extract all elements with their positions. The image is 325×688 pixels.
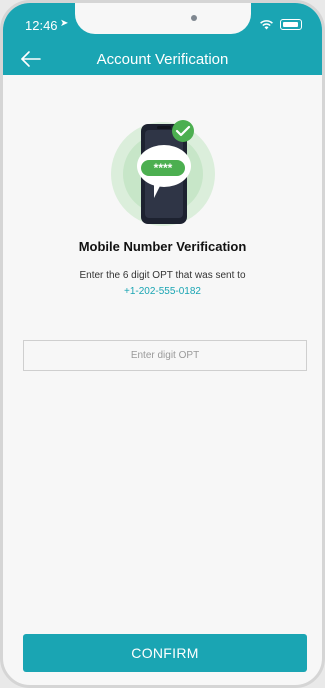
status-icons xyxy=(259,19,302,30)
instruction-text: Enter the 6 digit OPT that was sent to xyxy=(79,270,246,281)
confirm-button[interactable]: CONFIRM xyxy=(23,634,307,672)
wifi-icon xyxy=(260,20,273,30)
verification-heading: Mobile Number Verification xyxy=(78,239,247,254)
location-arrow-icon: ➤ xyxy=(60,18,69,29)
app-header: 12:46 ➤ Account Verification xyxy=(3,3,322,75)
otp-input[interactable] xyxy=(23,340,307,371)
phone-frame: 12:46 ➤ Account Verification **** Mobile… xyxy=(0,0,325,688)
battery-icon xyxy=(280,19,302,30)
phone-number-text: +1-202-555-0182 xyxy=(123,286,201,297)
device-notch xyxy=(75,3,251,34)
code-mask: **** xyxy=(154,161,173,175)
phone-otp-check-icon: **** xyxy=(111,120,215,226)
page-title: Account Verification xyxy=(96,51,229,68)
camera-dot xyxy=(191,15,197,21)
status-time: 12:46 xyxy=(25,18,58,33)
